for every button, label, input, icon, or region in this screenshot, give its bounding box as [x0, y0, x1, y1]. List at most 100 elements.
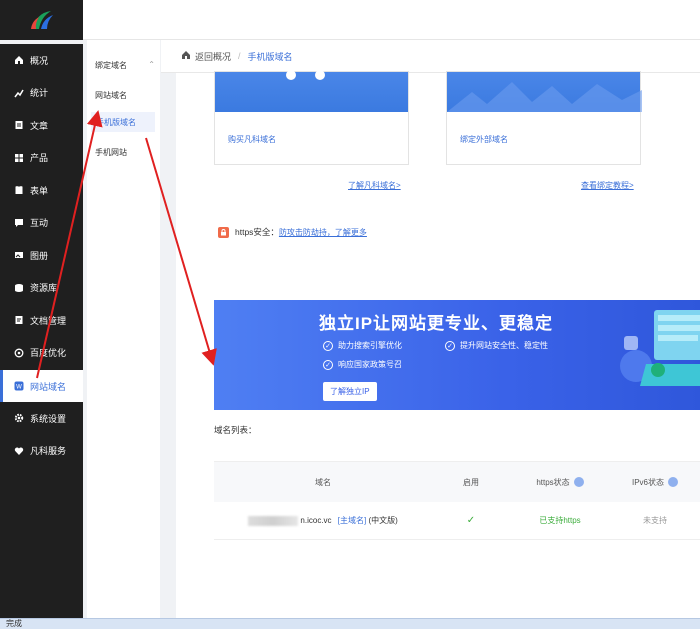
sidebar-item-docs[interactable]: 文档管理	[0, 304, 83, 337]
submenu-panel: 绑定域名 ⌃ 网站域名 手机版域名 手机网站	[87, 40, 160, 618]
sidebar-item-product[interactable]: 产品	[0, 142, 83, 175]
sidebar-item-overview[interactable]: 概况	[0, 44, 83, 77]
https-notice-label: https安全：	[235, 227, 279, 237]
domain-list-title: 域名列表：	[214, 425, 257, 435]
seo-icon	[14, 348, 24, 358]
sidebar-item-resources[interactable]: 资源库	[0, 272, 83, 305]
sidebar-item-album[interactable]: 图册	[0, 239, 83, 272]
enabled-check-icon: ✓	[466, 515, 476, 526]
info-icon[interactable]	[573, 477, 584, 488]
column-header-enabled: 启用	[463, 477, 479, 487]
https-notice: https安全： 防攻击防劫持，了解更多	[218, 226, 367, 238]
blurred-subdomain	[248, 515, 299, 526]
table-header: 域名 启用 https状态 IPv6状态	[214, 462, 700, 502]
submenu-item-mobile-domain[interactable]: 手机版域名	[91, 112, 155, 132]
sidebar-item-label: 图册	[30, 250, 49, 261]
sidebar-item-label: 产品	[30, 153, 49, 164]
article-icon	[14, 120, 24, 130]
sidebar: 概况 统计 文章 产品 表单 互动 图册 资源库 文档管理 百度优化 W 网站域…	[0, 40, 83, 618]
main-area: 返回概况 / 手机版域名 购买凡科域名 绑定外部域名 了解凡科域名> 查看绑定教…	[161, 40, 700, 618]
home-icon	[181, 50, 191, 62]
sidebar-item-interact[interactable]: 互动	[0, 207, 83, 240]
info-icon[interactable]	[668, 477, 678, 488]
breadcrumb-separator: /	[238, 51, 241, 61]
sidebar-group-main: 概况 统计 文章 产品 表单 互动 图册 资源库 文档管理 百度优化	[0, 44, 83, 370]
submenu-item-site-domain[interactable]: 网站域名	[95, 90, 127, 101]
https-badge-icon	[218, 226, 229, 238]
submenu-item-label: 手机网站	[95, 148, 127, 157]
https-status: 已支持https	[539, 516, 581, 525]
independent-ip-banner[interactable]: 独立IP让网站更专业、更稳定 ✓ 助力搜索引擎优化 ✓ 提升网站安全性、稳定性 …	[214, 300, 700, 410]
check-circle-icon: ✓	[323, 359, 333, 370]
sidebar-item-seo[interactable]: 百度优化	[0, 337, 83, 370]
domain-cell: n.icoc.vc [主域名] (中文版)	[214, 515, 432, 526]
card-illustration	[447, 72, 642, 112]
album-icon	[14, 250, 24, 260]
table-row: n.icoc.vc [主域名] (中文版) ✓ 已支持https 未支持	[214, 502, 700, 540]
learn-domain-link[interactable]: 了解凡科域名>	[348, 180, 401, 191]
sidebar-group-settings: 系统设置 凡科服务	[0, 402, 83, 618]
primary-domain-tag: [主域名]	[337, 516, 367, 525]
buy-domain-label[interactable]: 购买凡科域名	[228, 134, 276, 145]
sidebar-item-label: 网站域名	[30, 381, 67, 392]
column-header-label: https状态	[536, 477, 570, 487]
sidebar-item-stats[interactable]: 统计	[0, 77, 83, 110]
buy-domain-card[interactable]: 购买凡科域名	[214, 70, 409, 165]
banner-feature: ✓ 助力搜索引擎优化	[323, 340, 402, 351]
submenu-group-bind-domain[interactable]: 绑定域名 ⌃	[95, 60, 155, 71]
https-learn-more-link[interactable]: 防攻击防劫持，了解更多	[279, 227, 367, 238]
gear-icon	[14, 413, 24, 423]
status-bar: 完成	[0, 618, 700, 629]
sidebar-item-label: 百度优化	[30, 348, 67, 359]
check-circle-icon: ✓	[445, 340, 455, 351]
column-header-domain: 域名	[315, 477, 331, 487]
document-icon	[14, 315, 24, 325]
product-icon	[14, 153, 24, 163]
logo[interactable]	[0, 0, 83, 40]
sidebar-item-label: 表单	[30, 185, 49, 196]
sidebar-item-label: 资源库	[30, 283, 58, 294]
banner-feature-text: 提升网站安全性、稳定性	[460, 341, 548, 350]
sidebar-item-domain[interactable]: W 网站域名	[0, 370, 83, 403]
bind-tutorial-link[interactable]: 查看绑定教程>	[581, 180, 634, 191]
ipv6-status: 未支持	[643, 516, 667, 525]
logo-icon	[30, 11, 53, 29]
sidebar-item-label: 互动	[30, 218, 49, 229]
banner-feature-text: 响应国家政策号召	[338, 360, 402, 369]
banner-feature-text: 助力搜索引擎优化	[338, 341, 402, 350]
sidebar-item-label: 文档管理	[30, 315, 67, 326]
sidebar-item-settings[interactable]: 系统设置	[0, 402, 83, 435]
learn-independent-ip-button[interactable]: 了解独立IP	[323, 382, 377, 401]
home-icon	[14, 55, 24, 65]
submenu-item-label: 手机版域名	[96, 118, 136, 127]
card-illustration	[215, 70, 408, 112]
column-header-label: IPv6状态	[631, 477, 664, 487]
database-icon	[14, 283, 24, 293]
sidebar-item-label: 概况	[30, 55, 49, 66]
svg-text:W: W	[16, 384, 22, 391]
sidebar-item-label: 统计	[30, 88, 49, 99]
sidebar-item-article[interactable]: 文章	[0, 109, 83, 142]
computer-illustration-icon	[620, 310, 700, 386]
sidebar-item-service[interactable]: 凡科服务	[0, 435, 83, 468]
content-panel: 购买凡科域名 绑定外部域名 了解凡科域名> 查看绑定教程> https安全： 防…	[176, 70, 700, 618]
submenu-item-mobile-site[interactable]: 手机网站	[95, 147, 127, 158]
app-window: 概况 统计 文章 产品 表单 互动 图册 资源库 文档管理 百度优化 W 网站域…	[0, 0, 700, 629]
domain-name: n.icoc.vc	[300, 516, 332, 525]
bind-domain-label[interactable]: 绑定外部域名	[460, 134, 508, 145]
language-tag: (中文版)	[368, 516, 398, 525]
column-header-https: https状态	[510, 477, 610, 488]
form-icon	[14, 185, 24, 195]
sidebar-item-label: 文章	[30, 120, 49, 131]
domain-icon: W	[14, 381, 24, 391]
chat-icon	[14, 218, 24, 228]
breadcrumb-back-link[interactable]: 返回概况	[195, 50, 231, 63]
submenu-item-label: 网站域名	[95, 91, 127, 100]
breadcrumb: 返回概况 / 手机版域名	[161, 40, 700, 73]
top-bar	[0, 0, 700, 40]
check-circle-icon: ✓	[323, 340, 333, 351]
bind-domain-card[interactable]: 绑定外部域名	[446, 71, 642, 165]
heart-icon	[14, 446, 24, 456]
sidebar-item-form[interactable]: 表单	[0, 174, 83, 207]
sidebar-item-label: 凡科服务	[30, 446, 67, 457]
